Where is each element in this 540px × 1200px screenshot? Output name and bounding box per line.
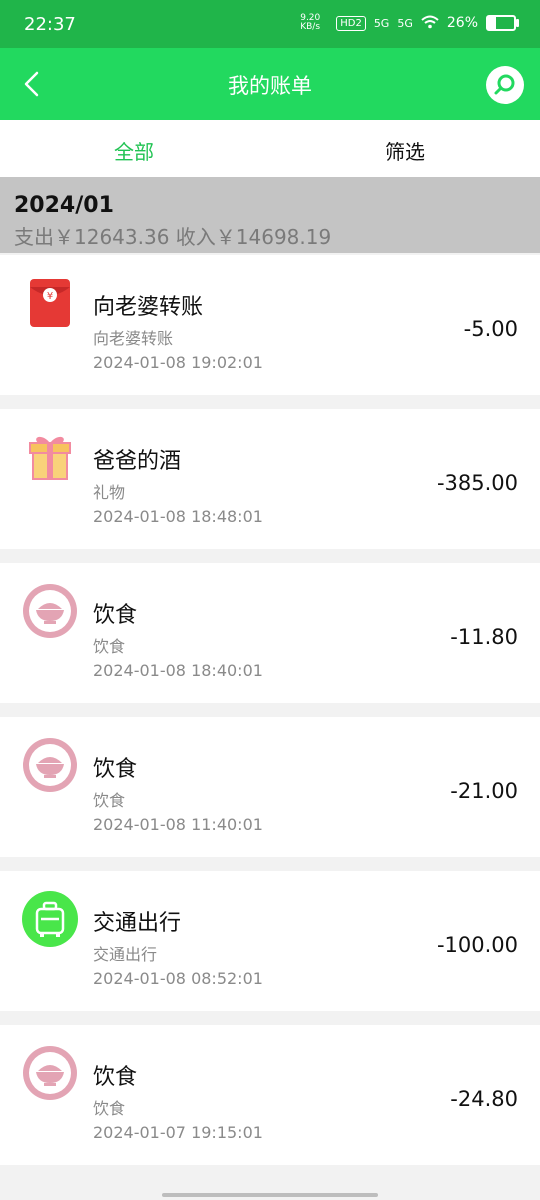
item-category: 饮食 bbox=[93, 791, 126, 810]
luggage-icon bbox=[22, 891, 78, 947]
item-title: 向老婆转账 bbox=[93, 295, 204, 320]
month-summary: 支出￥12643.36 收入￥14698.19 bbox=[14, 225, 332, 249]
status-icons: 9.20 KB/s HD2 5G 5G 26% bbox=[300, 13, 519, 32]
network-speed: 9.20 KB/s bbox=[300, 13, 321, 32]
item-category: 向老婆转账 bbox=[93, 329, 174, 348]
month-label: 2024/01 bbox=[14, 193, 114, 218]
search-icon bbox=[494, 74, 515, 95]
item-category: 饮食 bbox=[93, 1099, 126, 1118]
item-amount: -385.00 bbox=[436, 471, 518, 495]
item-title: 交通出行 bbox=[93, 911, 182, 936]
list-item[interactable]: 饮食 饮食 2024-01-07 19:15:01 -24.80 bbox=[0, 1025, 540, 1165]
svg-text:¥: ¥ bbox=[47, 291, 53, 302]
item-datetime: 2024-01-08 18:48:01 bbox=[93, 507, 263, 526]
battery-icon bbox=[486, 15, 519, 31]
item-title: 饮食 bbox=[93, 1065, 138, 1090]
tab-all[interactable]: 全部 bbox=[114, 136, 154, 165]
list-item[interactable]: 饮食 饮食 2024-01-08 11:40:01 -21.00 bbox=[0, 717, 540, 857]
list-item[interactable]: ¥ 向老婆转账 向老婆转账 2024-01-08 19:02:01 -5.00 bbox=[0, 255, 540, 395]
tab-bar: 全部 筛选 bbox=[0, 120, 540, 177]
food-bowl-icon bbox=[22, 583, 78, 639]
page-title: 我的账单 bbox=[228, 74, 312, 98]
list-item[interactable]: 交通出行 交通出行 2024-01-08 08:52:01 -100.00 bbox=[0, 871, 540, 1011]
list-item[interactable]: 饮食 饮食 2024-01-08 18:40:01 -11.80 bbox=[0, 563, 540, 703]
top-bar: 我的账单 bbox=[0, 48, 540, 120]
list-item[interactable]: 爸爸的酒 礼物 2024-01-08 18:48:01 -385.00 bbox=[0, 409, 540, 549]
item-datetime: 2024-01-08 19:02:01 bbox=[93, 353, 263, 372]
signal-5g-1: 5G bbox=[373, 16, 390, 30]
item-category: 礼物 bbox=[93, 483, 126, 502]
item-title: 爸爸的酒 bbox=[93, 449, 182, 474]
status-bar: 22:37 9.20 KB/s HD2 5G 5G 26% bbox=[0, 0, 540, 48]
food-bowl-icon bbox=[22, 1045, 78, 1101]
item-datetime: 2024-01-08 18:40:01 bbox=[93, 661, 263, 680]
home-indicator[interactable] bbox=[162, 1193, 378, 1197]
item-category: 饮食 bbox=[93, 637, 126, 656]
hd-icon: HD2 bbox=[336, 15, 366, 31]
item-amount: -21.00 bbox=[450, 779, 518, 803]
item-amount: -11.80 bbox=[450, 625, 518, 649]
wifi-icon bbox=[421, 15, 439, 32]
search-button[interactable] bbox=[486, 66, 524, 104]
item-datetime: 2024-01-08 11:40:01 bbox=[93, 815, 263, 834]
red-envelope-icon: ¥ bbox=[22, 275, 78, 331]
item-title: 饮食 bbox=[93, 603, 138, 628]
tab-filter[interactable]: 筛选 bbox=[385, 136, 425, 165]
gift-icon bbox=[22, 429, 78, 485]
signal-5g-2: 5G bbox=[397, 16, 413, 30]
status-time: 22:37 bbox=[24, 14, 76, 35]
month-header: 2024/01 支出￥12643.36 收入￥14698.19 bbox=[0, 177, 540, 253]
item-title: 饮食 bbox=[93, 757, 138, 782]
battery-percent: 26% bbox=[446, 15, 478, 31]
food-bowl-icon bbox=[22, 737, 78, 793]
item-category: 交通出行 bbox=[93, 945, 158, 964]
item-amount: -24.80 bbox=[450, 1087, 518, 1111]
item-amount: -5.00 bbox=[463, 317, 518, 341]
item-amount: -100.00 bbox=[436, 933, 518, 957]
item-datetime: 2024-01-08 08:52:01 bbox=[93, 969, 263, 988]
transaction-list: ¥ 向老婆转账 向老婆转账 2024-01-08 19:02:01 -5.00 … bbox=[0, 255, 540, 1179]
item-datetime: 2024-01-07 19:15:01 bbox=[93, 1123, 263, 1142]
